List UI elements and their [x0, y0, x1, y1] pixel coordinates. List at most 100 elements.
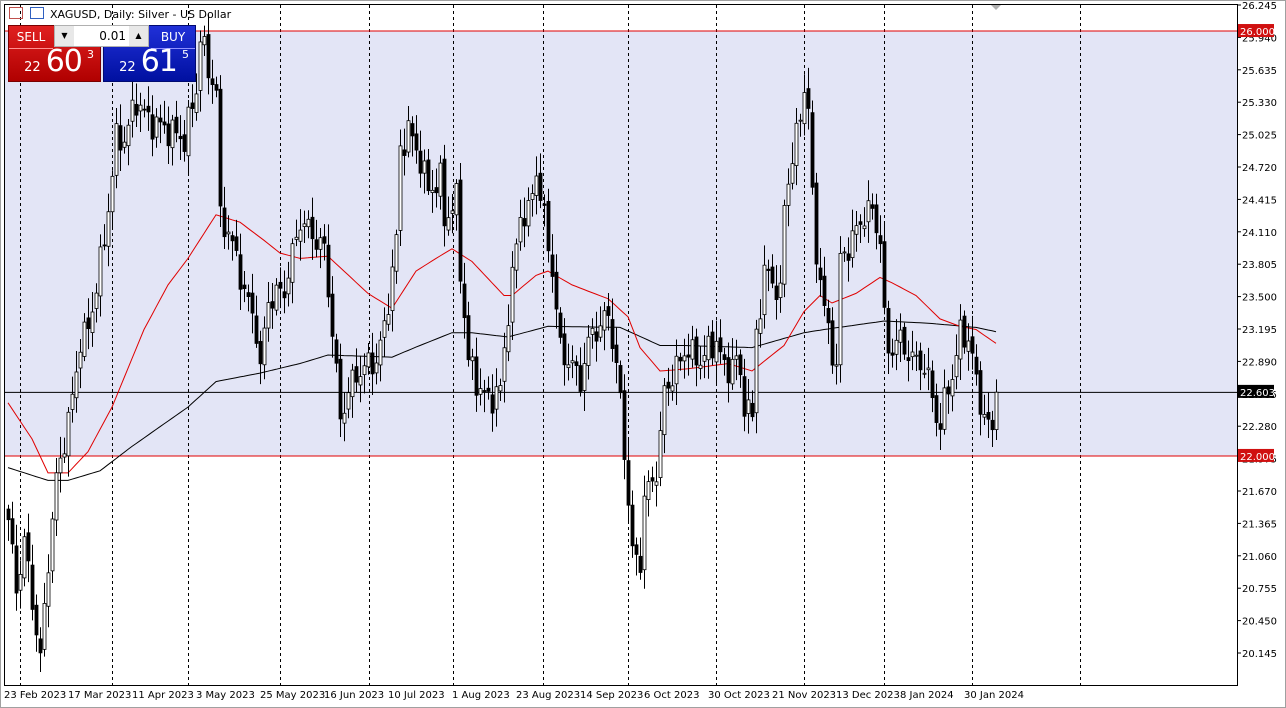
candle-body	[278, 281, 283, 289]
candle-body	[374, 362, 379, 374]
candle-body	[662, 385, 667, 436]
candle-body	[262, 327, 267, 366]
candle-body	[218, 88, 223, 207]
candle-body	[610, 319, 615, 349]
level-price-label: 22.000	[1240, 452, 1275, 463]
candle-body	[618, 365, 623, 394]
candle-body	[534, 175, 539, 196]
candle-body	[54, 472, 59, 521]
candle-body	[794, 122, 799, 166]
candle-body	[10, 518, 15, 545]
candle-body	[958, 319, 963, 360]
candle-body	[202, 36, 207, 46]
candle-body	[238, 254, 243, 290]
buy-price-pips: 61	[140, 44, 178, 79]
candle-body	[134, 103, 139, 116]
candle-body	[402, 149, 407, 156]
candle-body	[994, 391, 999, 430]
candle-body	[234, 236, 239, 251]
candle-body	[950, 379, 955, 397]
market-watch-icon[interactable]	[9, 7, 23, 19]
candle-body	[514, 243, 519, 271]
candle-body	[926, 367, 931, 371]
candle-body	[770, 266, 775, 284]
candle-body	[590, 327, 595, 335]
candle-body	[778, 282, 783, 298]
candle-body	[198, 41, 203, 91]
y-tick-label: 23.500	[1242, 293, 1277, 304]
candle-body	[510, 266, 515, 323]
candle-body	[290, 243, 295, 283]
candle-body	[858, 221, 863, 225]
lot-size-input[interactable]	[74, 26, 129, 46]
candle-body	[562, 333, 567, 366]
candle-body	[694, 336, 699, 366]
candle-body	[978, 370, 983, 415]
candle	[902, 322, 907, 360]
x-tick-label: 23 Aug 2023	[516, 690, 580, 701]
candle	[22, 528, 27, 587]
candle-body	[706, 335, 711, 361]
candle-body	[118, 125, 123, 151]
candle-body	[462, 283, 467, 319]
candle-body	[158, 117, 163, 123]
candle-body	[922, 372, 927, 375]
candle-body	[802, 92, 807, 125]
candle-body	[790, 163, 795, 184]
candle-body	[966, 340, 971, 352]
candle-body	[6, 508, 11, 521]
candle-body	[46, 572, 51, 607]
lot-decrease-button[interactable]: ▼	[55, 26, 74, 46]
x-tick-label: 8 Jan 2024	[900, 690, 954, 701]
candle-body	[606, 306, 611, 316]
candle	[782, 199, 787, 298]
candle-body	[582, 363, 587, 391]
candle-body	[602, 310, 607, 331]
candle-body	[430, 189, 435, 193]
candle-body	[286, 277, 291, 295]
candle-body	[886, 308, 891, 354]
candle-body	[494, 386, 499, 410]
candle-body	[890, 352, 895, 356]
candle-body	[26, 532, 31, 562]
chart-icon[interactable]	[30, 7, 44, 19]
candle-body	[722, 354, 727, 360]
y-tick-label: 24.415	[1242, 195, 1277, 206]
candle-body	[658, 430, 663, 478]
buy-price: 22 61 5	[119, 44, 189, 79]
candle-body	[298, 229, 303, 242]
candle-body	[274, 284, 279, 311]
candle-body	[938, 423, 943, 430]
y-tick-label: 25.330	[1242, 98, 1277, 109]
y-tick-label: 22.280	[1242, 422, 1277, 433]
candle-body	[690, 339, 695, 360]
candle	[962, 310, 967, 354]
candle-body	[358, 376, 363, 386]
y-tick-label: 21.060	[1242, 552, 1277, 563]
lot-increase-button[interactable]: ▲	[129, 26, 148, 46]
y-tick-label: 25.025	[1242, 131, 1277, 142]
candle-body	[666, 381, 671, 389]
candle-body	[546, 200, 551, 252]
price-chart[interactable]: 23 Feb 2023 17 Mar 2023 11 Apr 2023 3 May 2…	[0, 0, 1286, 708]
candle-body	[718, 337, 723, 353]
candle-body	[390, 266, 395, 312]
candle-body	[822, 275, 827, 306]
candle-body	[530, 193, 535, 200]
candle-body	[782, 205, 787, 285]
x-tick-label: 1 Aug 2023	[452, 690, 510, 701]
candle-body	[414, 133, 419, 151]
candle-body	[42, 603, 47, 650]
candle-body	[386, 314, 391, 325]
candle-body	[174, 116, 179, 134]
candle-body	[734, 355, 739, 360]
candle	[458, 162, 463, 294]
candle-body	[526, 200, 531, 227]
y-tick-label: 20.755	[1242, 584, 1277, 595]
candle-body	[542, 203, 547, 206]
x-tick-label: 17 Mar 2023	[68, 690, 131, 701]
candle-body	[558, 312, 563, 338]
candle-body	[114, 123, 119, 176]
candle-body	[102, 244, 107, 247]
candle-body	[74, 371, 79, 399]
